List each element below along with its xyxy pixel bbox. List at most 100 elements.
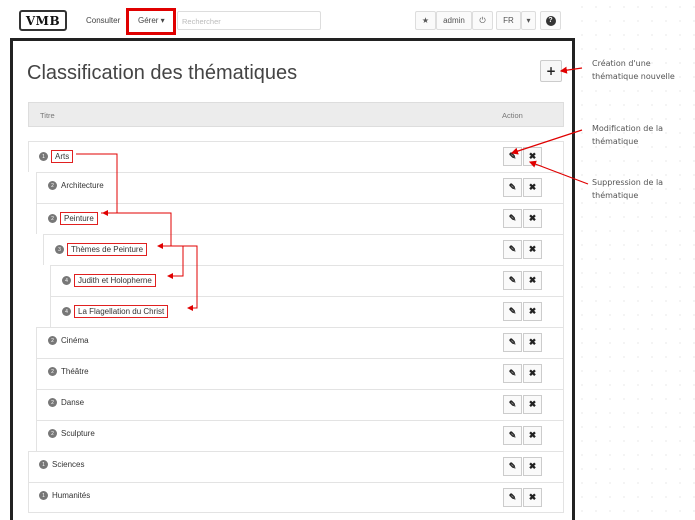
theme-label[interactable]: Architecture: [61, 181, 104, 190]
edit-button[interactable]: ✎: [503, 488, 522, 507]
theme-label[interactable]: Cinéma: [61, 336, 89, 345]
theme-label[interactable]: Théâtre: [61, 367, 89, 376]
theme-label[interactable]: Danse: [61, 398, 84, 407]
level-badge-icon: 4: [62, 276, 71, 285]
add-theme-button[interactable]: +: [540, 60, 562, 82]
theme-label[interactable]: Arts: [51, 150, 74, 163]
tree-row: 2 Danse ✎ ✖: [36, 389, 564, 420]
annotation-delete-text: Suppression de la thématique: [592, 178, 664, 200]
tree-item: 2 Théâtre: [48, 367, 89, 376]
theme-label[interactable]: Judith et Holopherne: [74, 274, 156, 287]
delete-button[interactable]: ✖: [523, 333, 542, 352]
level-badge-icon: 2: [48, 336, 57, 345]
delete-button[interactable]: ✖: [523, 240, 542, 259]
pencil-icon: ✎: [508, 492, 517, 502]
theme-label[interactable]: Peinture: [60, 212, 98, 225]
delete-button[interactable]: ✖: [523, 147, 542, 166]
nav-consulter[interactable]: Consulter: [86, 16, 120, 25]
annotation-add-text: Création d'une thématique nouvelle: [592, 59, 675, 81]
power-icon: ⏻: [479, 15, 486, 25]
edit-button[interactable]: ✎: [503, 240, 522, 259]
delete-button[interactable]: ✖: [523, 395, 542, 414]
level-badge-icon: 3: [55, 245, 64, 254]
tree-item: 1 Arts: [39, 150, 74, 163]
edit-button[interactable]: ✎: [503, 178, 522, 197]
level-badge-icon: 2: [48, 398, 57, 407]
level-badge-icon: 2: [48, 367, 57, 376]
delete-button[interactable]: ✖: [523, 178, 542, 197]
delete-button[interactable]: ✖: [523, 457, 542, 476]
edit-button[interactable]: ✎: [503, 333, 522, 352]
edit-button[interactable]: ✎: [503, 426, 522, 445]
edit-button[interactable]: ✎: [503, 364, 522, 383]
favorites-button[interactable]: ★: [415, 11, 436, 30]
tree-item: 2 Peinture: [48, 212, 98, 225]
theme-label[interactable]: Sciences: [52, 460, 84, 469]
edit-button[interactable]: ✎: [503, 302, 522, 321]
edit-button[interactable]: ✎: [503, 271, 522, 290]
row-actions: ✎ ✖: [503, 333, 543, 352]
row-actions: ✎ ✖: [503, 240, 543, 259]
tree-item: 4 La Flagellation du Christ: [62, 305, 169, 318]
annotation-edit: Modification de la thématique: [592, 122, 663, 148]
search-input[interactable]: Rechercher: [177, 11, 321, 30]
tree-item: 2 Architecture: [48, 181, 104, 190]
tree-row: 2 Cinéma ✎ ✖: [36, 327, 564, 358]
tree-item: 2 Sculpture: [48, 429, 95, 438]
cross-icon: ✖: [528, 399, 537, 409]
edit-button[interactable]: ✎: [503, 209, 522, 228]
delete-button[interactable]: ✖: [523, 488, 542, 507]
edit-button[interactable]: ✎: [503, 147, 522, 166]
tree-item: 2 Cinéma: [48, 336, 89, 345]
tree-row: 1 Sciences ✎ ✖: [28, 451, 564, 482]
pencil-icon: ✎: [508, 430, 517, 440]
pencil-icon: ✎: [508, 275, 517, 285]
cross-icon: ✖: [528, 275, 537, 285]
tree-item: 3 Thèmes de Peinture: [55, 243, 148, 256]
edit-button[interactable]: ✎: [503, 395, 522, 414]
edit-button[interactable]: ✎: [503, 457, 522, 476]
delete-button[interactable]: ✖: [523, 209, 542, 228]
tree-row: 3 Thèmes de Peinture ✎ ✖: [43, 234, 564, 265]
logo[interactable]: VMB: [19, 10, 67, 31]
user-button[interactable]: admin: [436, 11, 472, 30]
language-caret-button[interactable]: ▾: [521, 11, 536, 30]
help-button[interactable]: ?: [540, 11, 561, 30]
row-actions: ✎ ✖: [503, 426, 543, 445]
theme-label[interactable]: Sculpture: [61, 429, 95, 438]
star-icon: ★: [421, 16, 430, 25]
cross-icon: ✖: [528, 244, 537, 254]
delete-button[interactable]: ✖: [523, 302, 542, 321]
tree-row: 2 Sculpture ✎ ✖: [36, 420, 564, 451]
theme-label[interactable]: Thèmes de Peinture: [67, 243, 148, 256]
annotation-edit-text: Modification de la thématique: [592, 124, 663, 146]
cross-icon: ✖: [528, 430, 537, 440]
tree-row: 4 Judith et Holopherne ✎ ✖: [50, 265, 564, 296]
pencil-icon: ✎: [508, 337, 517, 347]
plus-icon: +: [545, 64, 557, 78]
page-title: Classification des thématiques: [27, 62, 298, 84]
tree-item: 1 Sciences: [39, 460, 84, 469]
logout-button[interactable]: ⏻: [472, 11, 493, 30]
pencil-icon: ✎: [508, 213, 517, 223]
level-badge-icon: 1: [39, 491, 48, 500]
theme-label[interactable]: Humanités: [52, 491, 90, 500]
delete-button[interactable]: ✖: [523, 271, 542, 290]
row-actions: ✎ ✖: [503, 364, 543, 383]
theme-label[interactable]: La Flagellation du Christ: [74, 305, 169, 318]
level-badge-icon: 4: [62, 307, 71, 316]
language-button[interactable]: FR: [496, 11, 521, 30]
cross-icon: ✖: [528, 306, 537, 316]
cross-icon: ✖: [528, 368, 537, 378]
nav-gerer-dropdown[interactable]: Gérer ▾: [138, 16, 165, 25]
cross-icon: ✖: [528, 461, 537, 471]
pencil-icon: ✎: [508, 151, 517, 161]
language-label: FR: [503, 16, 514, 25]
delete-button[interactable]: ✖: [523, 426, 542, 445]
delete-button[interactable]: ✖: [523, 364, 542, 383]
pencil-icon: ✎: [508, 461, 517, 471]
tree-row: 1 Humanités ✎ ✖: [28, 482, 564, 513]
row-actions: ✎ ✖: [503, 178, 543, 197]
cross-icon: ✖: [528, 213, 537, 223]
user-label: admin: [443, 16, 465, 25]
